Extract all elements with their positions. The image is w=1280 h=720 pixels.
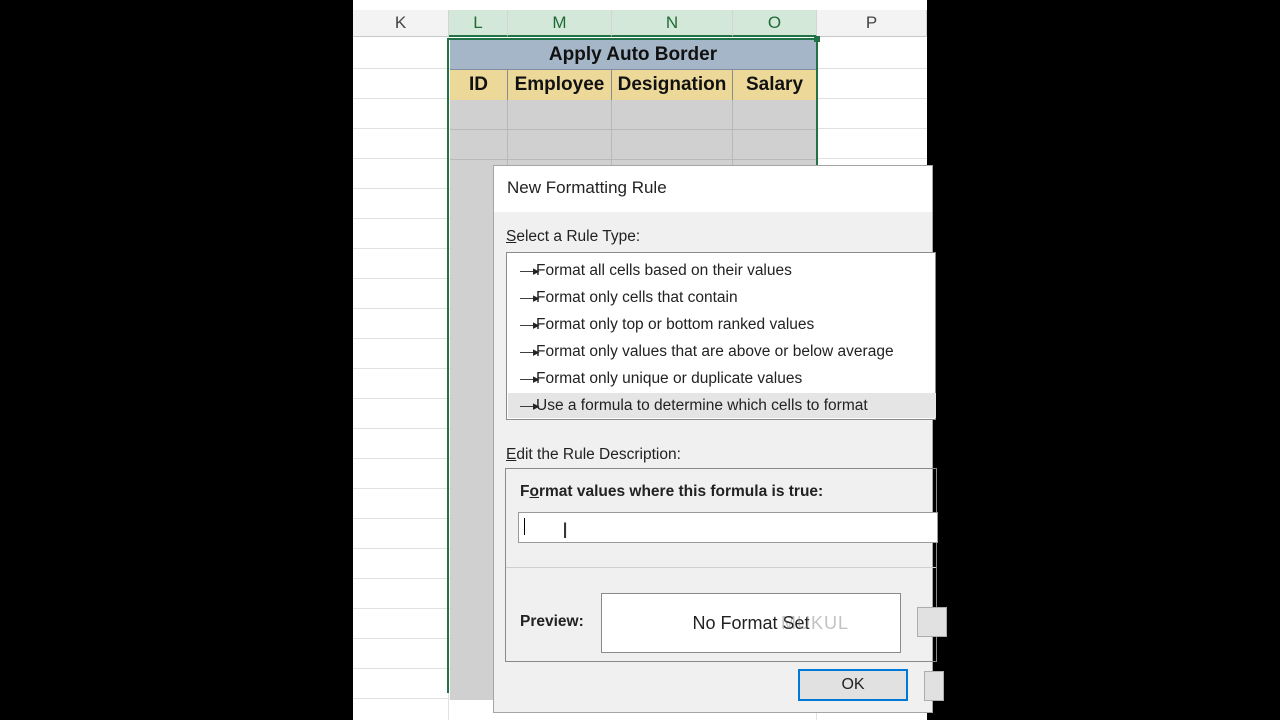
rule-type-item[interactable]: —▸ Format only unique or duplicate values xyxy=(508,366,936,391)
rule-type-label: Select a Rule Type: xyxy=(506,228,640,246)
rule-description-label-accel: E xyxy=(506,446,517,463)
rule-type-item[interactable]: —▸ Format only cells that contain xyxy=(508,285,936,310)
rule-description-label-rest: dit the Rule Description: xyxy=(516,446,681,463)
preview-label: Preview: xyxy=(520,613,584,630)
ok-button[interactable]: OK xyxy=(798,669,908,701)
rule-type-text: Format only values that are above or bel… xyxy=(536,342,894,360)
rule-type-item-selected[interactable]: —▸ Use a formula to determine which cells… xyxy=(508,393,936,418)
table-title[interactable]: Apply Auto Border xyxy=(450,40,816,70)
rule-type-text: Use a formula to determine which cells t… xyxy=(536,396,868,414)
ribbon-edge xyxy=(353,0,927,10)
arrow-bullet-icon: —▸ xyxy=(520,343,540,359)
column-header-l[interactable]: L xyxy=(449,10,508,37)
column-header-n[interactable]: N xyxy=(612,10,733,37)
rule-description-panel: Format values where this formula is true… xyxy=(505,468,947,662)
column-header-m[interactable]: M xyxy=(508,10,612,37)
rule-type-list[interactable]: —▸ Format all cells based on their values… xyxy=(506,252,936,420)
arrow-bullet-icon: —▸ xyxy=(520,397,540,413)
selection-border xyxy=(816,38,818,168)
rule-type-text: Format all cells based on their values xyxy=(536,261,792,279)
rule-type-text: Format only cells that contain xyxy=(536,288,738,306)
formula-label-rest: rmat values where this formula is true: xyxy=(538,483,824,500)
dialog-title: New Formatting Rule xyxy=(507,178,667,197)
preview-box: No Format Set xyxy=(601,593,901,653)
rule-type-item[interactable]: —▸ Format all cells based on their values xyxy=(508,258,936,283)
formula-input[interactable] xyxy=(518,512,938,543)
cancel-button[interactable] xyxy=(924,671,944,701)
rule-type-item[interactable]: —▸ Format only values that are above or b… xyxy=(508,339,936,364)
column-header-o[interactable]: O xyxy=(733,10,817,37)
format-button[interactable] xyxy=(917,607,947,637)
rule-type-label-rest: elect a Rule Type: xyxy=(516,228,641,245)
table-row-line xyxy=(450,129,816,130)
arrow-bullet-icon: —▸ xyxy=(520,289,540,305)
fill-handle[interactable] xyxy=(814,36,820,42)
column-header-k[interactable]: K xyxy=(353,10,449,37)
rule-type-label-accel: S xyxy=(506,228,517,245)
header-salary[interactable]: Salary xyxy=(733,70,816,100)
arrow-bullet-icon: —▸ xyxy=(520,262,540,278)
formula-label: Format values where this formula is true… xyxy=(520,483,823,501)
header-designation[interactable]: Designation xyxy=(612,70,733,100)
arrow-bullet-icon: —▸ xyxy=(520,370,540,386)
selection-border xyxy=(447,38,818,40)
new-formatting-rule-dialog: New Formatting Rule Select a Rule Type: … xyxy=(493,165,947,713)
dialog-titlebar[interactable]: New Formatting Rule xyxy=(494,166,932,212)
rule-type-text: Format only unique or duplicate values xyxy=(536,369,803,387)
rule-type-text: Format only top or bottom ranked values xyxy=(536,315,815,333)
arrow-bullet-icon: —▸ xyxy=(520,316,540,332)
divider xyxy=(506,567,936,568)
column-header-p[interactable]: P xyxy=(817,10,927,37)
rule-type-item[interactable]: —▸ Format only top or bottom ranked value… xyxy=(508,312,936,337)
table-row-line xyxy=(450,159,816,160)
rule-description-label: Edit the Rule Description: xyxy=(506,446,681,464)
preview-text: No Format Set xyxy=(692,612,810,633)
formula-label-accel: o xyxy=(529,483,539,500)
header-id[interactable]: ID xyxy=(450,70,508,100)
header-employee[interactable]: Employee xyxy=(508,70,612,100)
selection-border xyxy=(447,38,449,693)
